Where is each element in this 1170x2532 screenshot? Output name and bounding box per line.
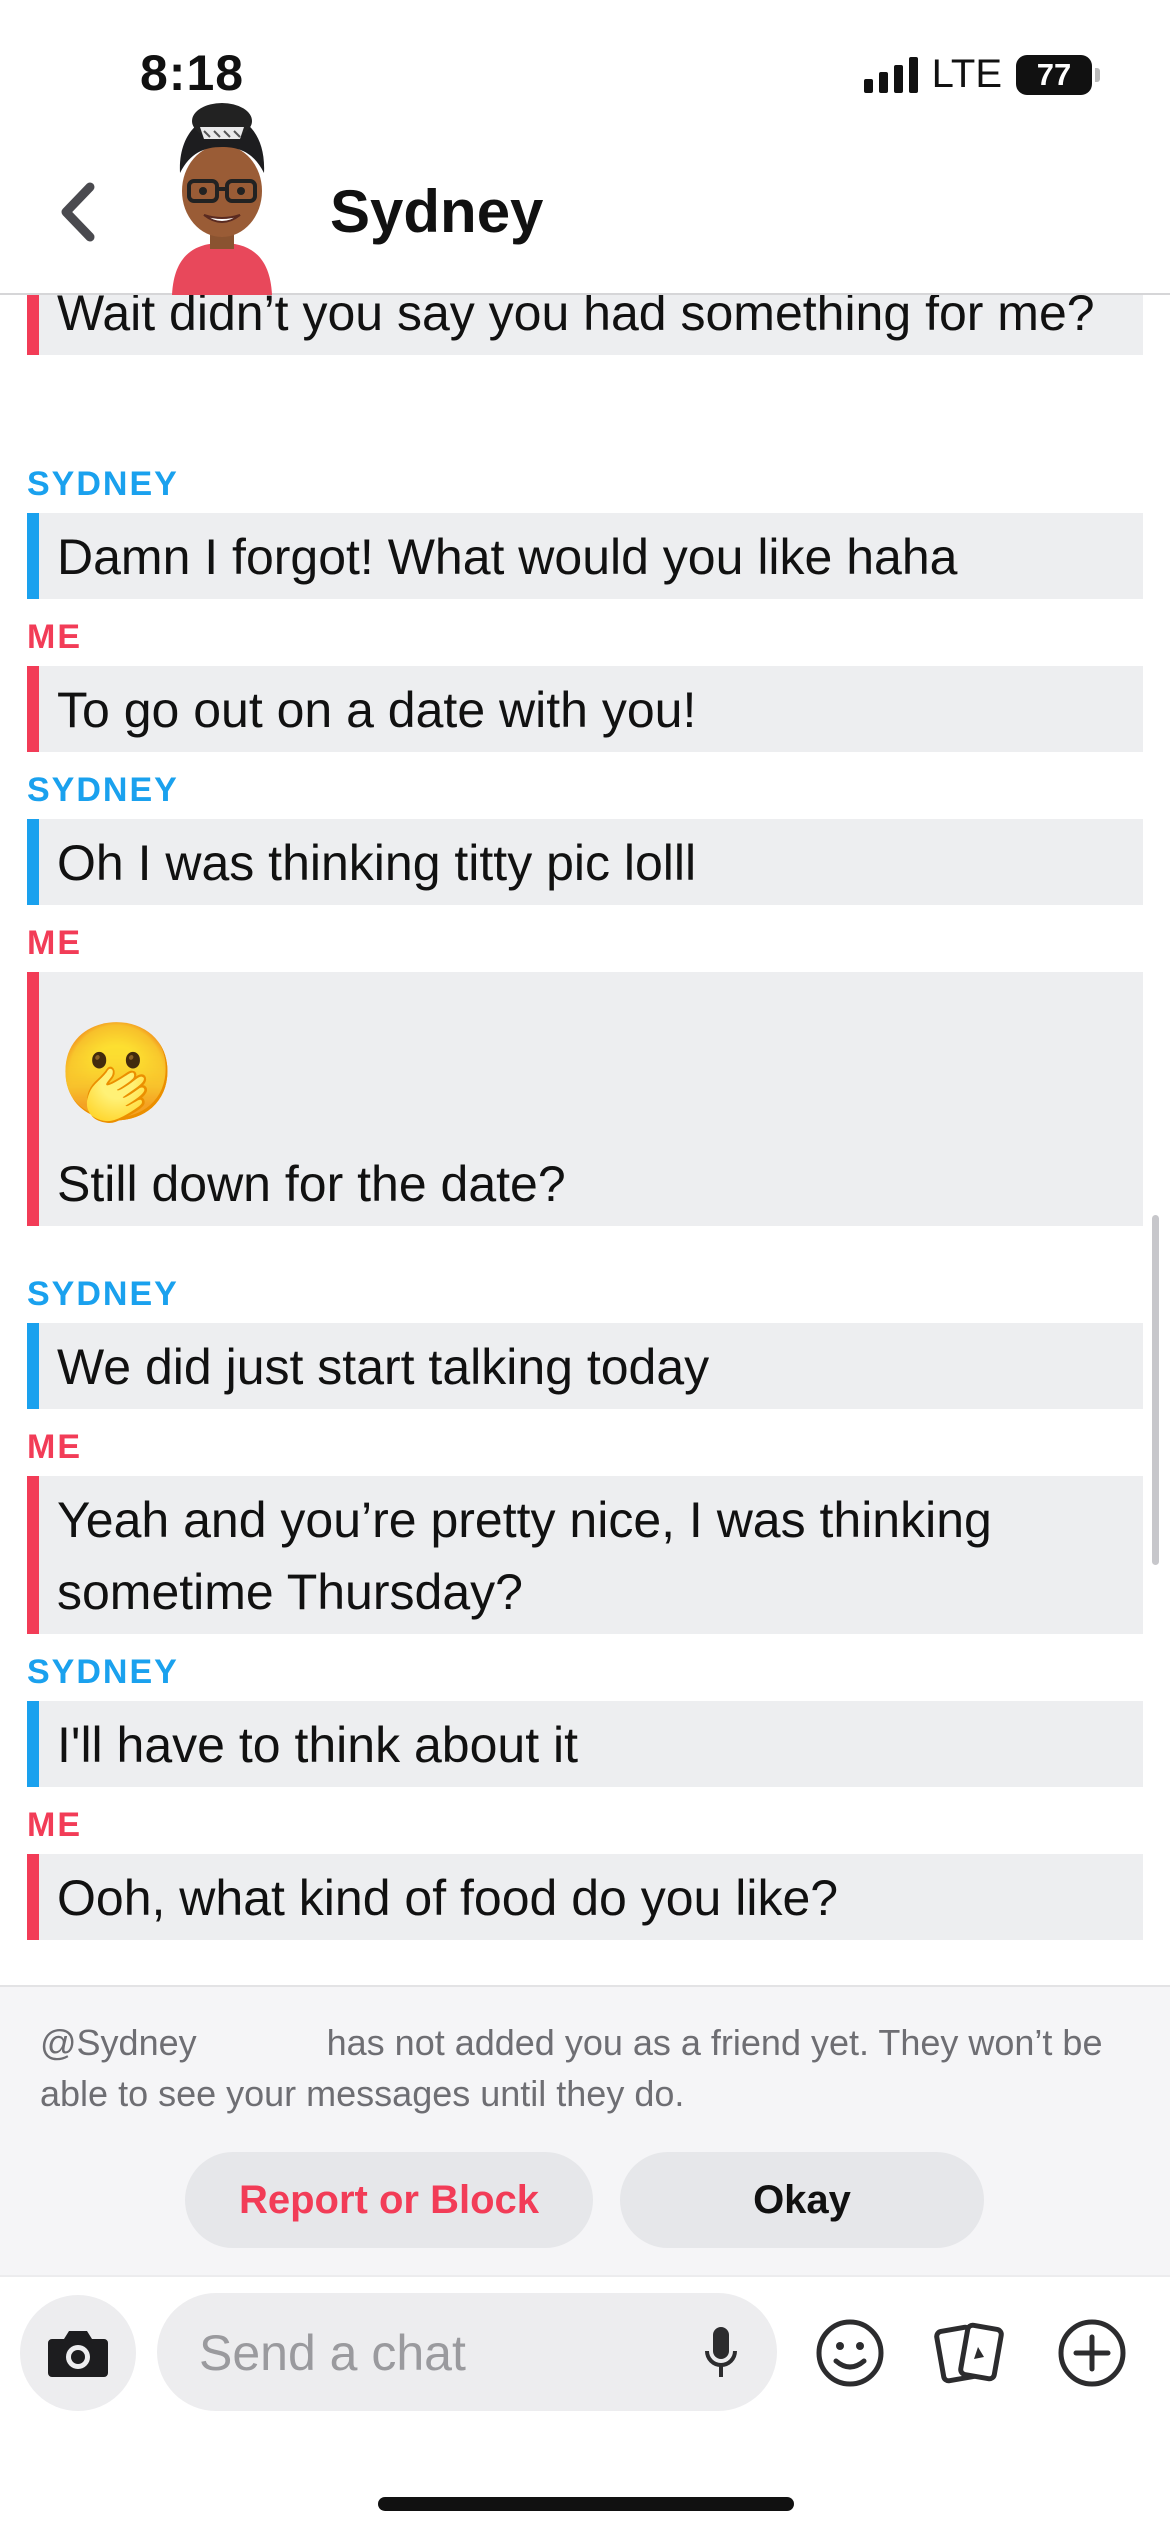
message-bubble[interactable]: I'll have to think about it [27,1701,1143,1787]
status-time: 8:18 [140,45,245,101]
message-text: Still down for the date? [57,1156,566,1212]
sender-label: SYDNEY [27,771,179,809]
microphone-icon[interactable] [701,2323,741,2383]
avatar[interactable] [152,103,292,295]
notice-text: @Sydney has not added you as a friend yet… [40,2017,1130,2119]
message-bubble[interactable]: 🫢 Still down for the date? [27,972,1143,1226]
sender-label: ME [27,618,82,656]
camera-icon [48,2331,108,2377]
network-type: LTE [931,52,1002,96]
message-item: ME Ooh, what kind of food do you like? [27,1796,1143,1940]
message-item: ME Yeah and you’re pretty nice, I was th… [27,1418,1143,1634]
message-bubble[interactable]: To go out on a date with you! [27,666,1143,752]
notice-handle[interactable]: @Sydney [40,2022,197,2063]
sender-label: SYDNEY [27,465,179,503]
message-bubble[interactable]: Ooh, what kind of food do you like? [27,1854,1143,1940]
message-item: SYDNEY Oh I was thinking titty pic lolll [27,761,1143,905]
sender-label: ME [27,1428,82,1466]
message-list[interactable]: Wait didn’t you say you had something fo… [0,295,1170,1985]
message-item: ME To go out on a date with you! [27,608,1143,752]
message-bubble[interactable]: We did just start talking today [27,1323,1143,1409]
chat-input[interactable] [199,2323,679,2383]
message-item: SYDNEY Damn I forgot! What would you lik… [27,455,1143,599]
notice-message: has not added you as a friend yet. They … [40,2022,1103,2114]
signal-icon [863,56,918,93]
chevron-left-icon[interactable] [50,177,110,247]
message-item: Wait didn’t you say you had something fo… [27,295,1143,355]
sender-label: ME [27,924,82,962]
battery-level: 77 [1036,56,1072,92]
message-bubble[interactable]: Wait didn’t you say you had something fo… [27,295,1143,355]
battery-icon: 77 [1016,54,1100,95]
sender-label: ME [27,1806,82,1844]
cards-icon[interactable] [934,2317,1006,2389]
hand-over-mouth-emoji: 🫢 [57,1019,177,1126]
contact-name[interactable]: Sydney [330,177,543,246]
message-bubble[interactable]: Yeah and you’re pretty nice, I was think… [27,1476,1143,1634]
chat-input-container[interactable] [157,2293,777,2411]
message-item: SYDNEY We did just start talking today [27,1265,1143,1409]
chat-header: Sydney [0,95,1170,295]
sender-label: SYDNEY [27,1653,179,1691]
home-indicator[interactable] [378,2497,794,2511]
message-item: SYDNEY I'll have to think about it [27,1643,1143,1787]
report-or-block-button[interactable]: Report or Block [185,2152,593,2248]
friend-notice: @Sydney has not added you as a friend yet… [0,1985,1170,2275]
camera-button[interactable] [20,2295,136,2411]
status-indicators: LTE 77 [863,52,1100,97]
okay-button[interactable]: Okay [620,2152,984,2248]
chat-composer [0,2275,1170,2532]
message-bubble[interactable]: Oh I was thinking titty pic lolll [27,819,1143,905]
scrollbar[interactable] [1152,1215,1159,1565]
smiley-icon[interactable] [814,2317,886,2389]
message-item: ME 🫢 Still down for the date? [27,914,1143,1226]
sender-label: SYDNEY [27,1275,179,1313]
plus-icon[interactable] [1056,2317,1128,2389]
message-bubble[interactable]: Damn I forgot! What would you like haha [27,513,1143,599]
